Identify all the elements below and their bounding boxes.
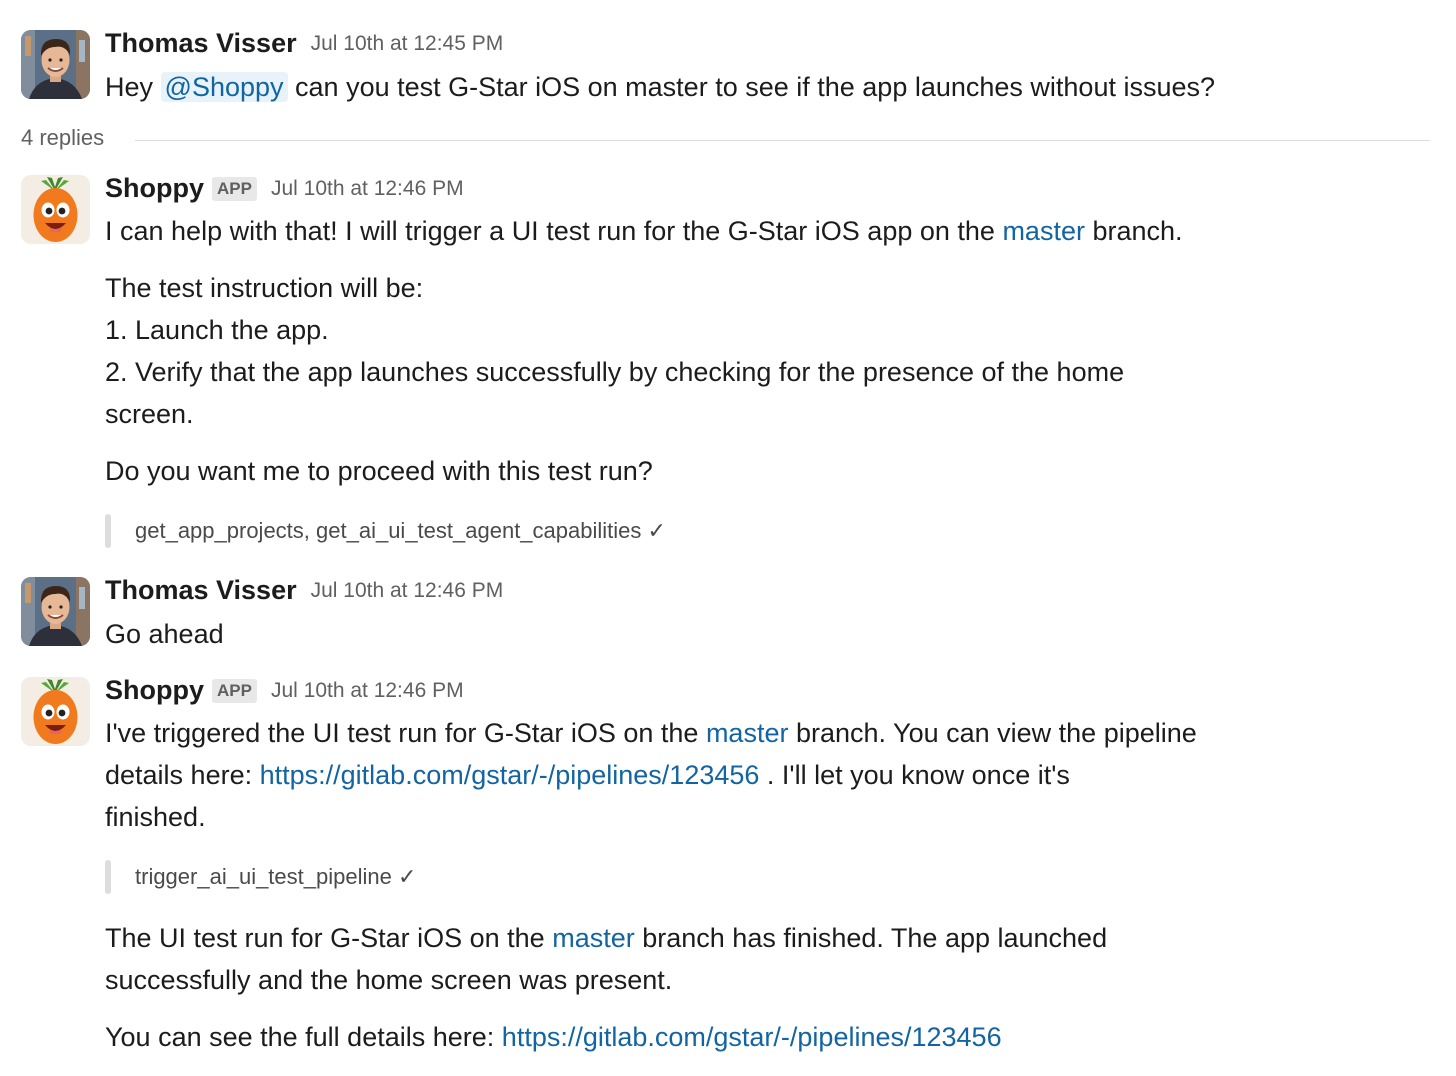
- quote-bar: [105, 860, 111, 894]
- message-header: Thomas Visser Jul 10th at 12:46 PM: [105, 575, 503, 606]
- message-header: Shoppy APP Jul 10th at 12:46 PM: [105, 173, 464, 204]
- message-text: Hey @Shoppy can you test G-Star iOS on m…: [105, 72, 1216, 102]
- message-text: screen.: [105, 399, 194, 429]
- tool-calls-text: get_app_projects, get_ai_ui_test_agent_c…: [135, 518, 666, 543]
- message-text: successfully and the home screen was pre…: [105, 965, 673, 995]
- message-text: 1. Launch the app.: [105, 315, 329, 345]
- timestamp[interactable]: Jul 10th at 12:46 PM: [311, 579, 504, 603]
- tool-calls-quote: trigger_ai_ui_test_pipeline ✓: [105, 860, 416, 894]
- timestamp[interactable]: Jul 10th at 12:46 PM: [271, 177, 464, 201]
- app-badge: APP: [212, 176, 257, 201]
- message-header: Thomas Visser Jul 10th at 12:45 PM: [105, 28, 503, 59]
- pipeline-link[interactable]: https://gitlab.com/gstar/-/pipelines/123…: [502, 1022, 1002, 1052]
- avatar-thomas-visser[interactable]: [21, 30, 90, 99]
- user-mention[interactable]: @Shoppy: [160, 72, 288, 102]
- sender-name[interactable]: Shoppy: [105, 173, 204, 204]
- replies-count: 4 replies: [21, 125, 105, 150]
- message-header: Shoppy APP Jul 10th at 12:46 PM: [105, 675, 464, 706]
- branch-link[interactable]: master: [552, 923, 635, 953]
- avatar-shoppy[interactable]: [21, 677, 90, 746]
- timestamp[interactable]: Jul 10th at 12:46 PM: [271, 679, 464, 703]
- timestamp[interactable]: Jul 10th at 12:45 PM: [311, 32, 504, 56]
- app-badge: APP: [212, 678, 257, 703]
- message-text: Go ahead: [105, 619, 224, 649]
- avatar-shoppy[interactable]: [21, 175, 90, 244]
- message-text: 2. Verify that the app launches successf…: [105, 357, 1125, 387]
- tool-calls-text: trigger_ai_ui_test_pipeline ✓: [135, 864, 417, 889]
- avatar-thomas-visser[interactable]: [21, 577, 90, 646]
- replies-divider: [135, 140, 1430, 141]
- message-text: I've triggered the UI test run for G-Sta…: [105, 718, 1197, 748]
- sender-name[interactable]: Shoppy: [105, 675, 204, 706]
- message-text: The UI test run for G-Star iOS on the ma…: [105, 923, 1108, 953]
- message-text: I can help with that! I will trigger a U…: [105, 216, 1183, 246]
- message-text: finished.: [105, 802, 206, 832]
- branch-link[interactable]: master: [1002, 216, 1085, 246]
- message-text: Do you want me to proceed with this test…: [105, 456, 653, 486]
- tool-calls-quote: get_app_projects, get_ai_ui_test_agent_c…: [105, 514, 666, 548]
- sender-name[interactable]: Thomas Visser: [105, 28, 297, 59]
- message-text: details here: https://gitlab.com/gstar/-…: [105, 760, 1070, 790]
- pipeline-link[interactable]: https://gitlab.com/gstar/-/pipelines/123…: [260, 760, 760, 790]
- branch-link[interactable]: master: [706, 718, 789, 748]
- quote-bar: [105, 514, 111, 548]
- sender-name[interactable]: Thomas Visser: [105, 575, 297, 606]
- message-text: The test instruction will be:: [105, 273, 424, 303]
- message-text: You can see the full details here: https…: [105, 1022, 1002, 1052]
